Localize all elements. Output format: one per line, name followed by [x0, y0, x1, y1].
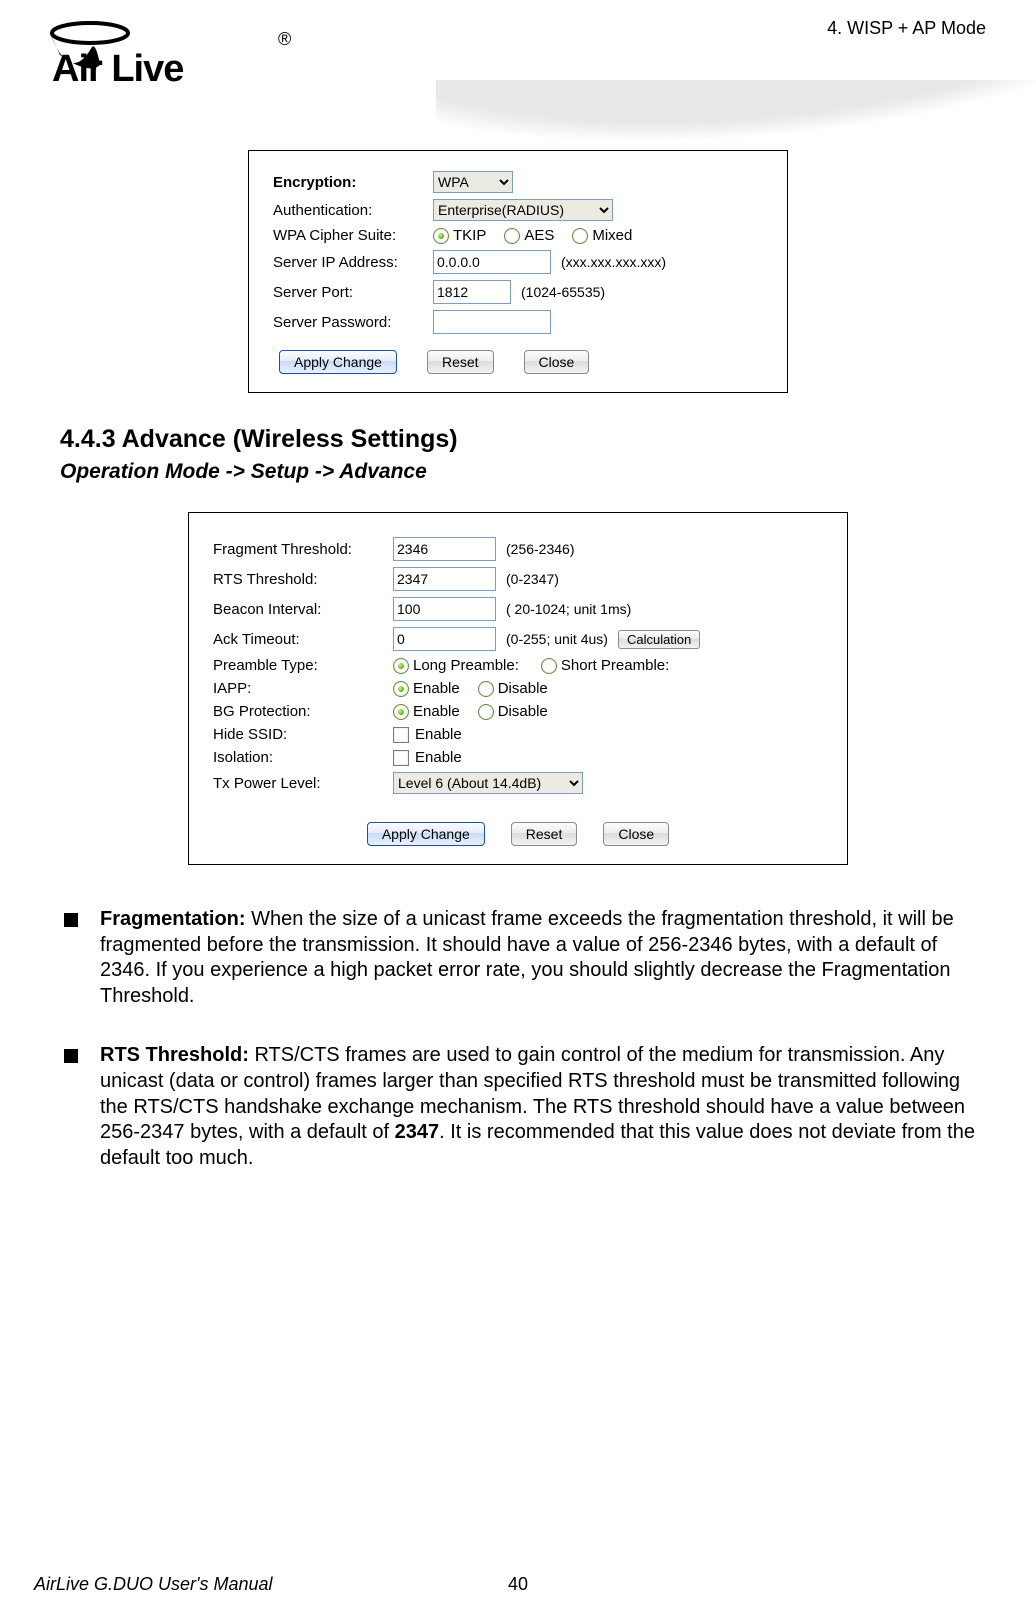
- fragment-threshold-label: Fragment Threshold:: [213, 541, 393, 558]
- cipher-aes-label: AES: [524, 227, 554, 244]
- header-swoosh: [436, 80, 1036, 140]
- bg-enable-label: Enable: [413, 703, 460, 720]
- short-preamble-label: Short Preamble:: [561, 657, 669, 674]
- breadcrumb: Operation Mode -> Setup -> Advance: [60, 460, 976, 484]
- bullet-icon: [64, 1049, 78, 1063]
- isolation-enable-label: Enable: [415, 749, 462, 766]
- preamble-type-label: Preamble Type:: [213, 657, 393, 674]
- section-title: 4.4.3 Advance (Wireless Settings): [60, 425, 976, 454]
- bg-disable-radio[interactable]: [478, 704, 494, 720]
- bullet-icon: [64, 913, 78, 927]
- authentication-label: Authentication:: [273, 202, 433, 219]
- beacon-interval-label: Beacon Interval:: [213, 601, 393, 618]
- authentication-select[interactable]: Enterprise(RADIUS): [433, 199, 613, 221]
- iapp-enable-label: Enable: [413, 680, 460, 697]
- fragment-threshold-input[interactable]: [393, 537, 496, 561]
- beacon-interval-input[interactable]: [393, 597, 496, 621]
- tx-power-label: Tx Power Level:: [213, 775, 393, 792]
- apply-change-button[interactable]: Apply Change: [279, 350, 397, 374]
- bg-enable-radio[interactable]: [393, 704, 409, 720]
- header-mode: 4. WISP + AP Mode: [827, 18, 986, 39]
- encryption-panel: Encryption: WPA Authentication: Enterpri…: [248, 150, 788, 393]
- cipher-tkip-label: TKIP: [453, 227, 486, 244]
- server-ip-hint: (xxx.xxx.xxx.xxx): [561, 254, 666, 270]
- apply-change-button-2[interactable]: Apply Change: [367, 822, 485, 846]
- hide-ssid-label: Hide SSID:: [213, 726, 393, 743]
- long-preamble-radio[interactable]: [393, 658, 409, 674]
- long-preamble-label: Long Preamble:: [413, 657, 519, 674]
- advance-panel: Fragment Threshold: (256-2346) RTS Thres…: [188, 512, 848, 865]
- encryption-label: Encryption:: [273, 174, 356, 191]
- hide-ssid-enable-label: Enable: [415, 726, 462, 743]
- ack-timeout-input[interactable]: [393, 627, 496, 651]
- fragmentation-paragraph: Fragmentation: When the size of a unicas…: [100, 907, 976, 1009]
- cipher-mixed-radio[interactable]: [572, 228, 588, 244]
- ack-timeout-hint: (0-255; unit 4us): [506, 631, 608, 647]
- short-preamble-radio[interactable]: [541, 658, 557, 674]
- iapp-disable-radio[interactable]: [478, 681, 494, 697]
- server-port-input[interactable]: [433, 280, 511, 304]
- calculation-button[interactable]: Calculation: [618, 630, 700, 649]
- server-password-input[interactable]: [433, 310, 551, 334]
- footer-page-number: 40: [508, 1574, 528, 1595]
- airlive-logo: Air Live ®: [40, 15, 300, 100]
- isolation-checkbox[interactable]: [393, 750, 409, 766]
- rts-threshold-input[interactable]: [393, 567, 496, 591]
- rts-threshold-hint: (0-2347): [506, 571, 559, 587]
- cipher-label: WPA Cipher Suite:: [273, 227, 433, 244]
- reset-button-2[interactable]: Reset: [511, 822, 578, 846]
- beacon-interval-hint: ( 20-1024; unit 1ms): [506, 601, 631, 617]
- server-password-label: Server Password:: [273, 314, 433, 331]
- bg-disable-label: Disable: [498, 703, 548, 720]
- close-button-2[interactable]: Close: [603, 822, 669, 846]
- encryption-select[interactable]: WPA: [433, 171, 513, 193]
- rts-threshold-label: RTS Threshold:: [213, 571, 393, 588]
- iapp-label: IAPP:: [213, 680, 393, 697]
- rts-threshold-paragraph: RTS Threshold: RTS/CTS frames are used t…: [100, 1043, 976, 1171]
- svg-text:Air Live: Air Live: [52, 48, 183, 90]
- cipher-mixed-label: Mixed: [592, 227, 632, 244]
- svg-text:®: ®: [278, 29, 291, 49]
- close-button[interactable]: Close: [524, 350, 590, 374]
- cipher-tkip-radio[interactable]: [433, 228, 449, 244]
- server-port-hint: (1024-65535): [521, 284, 605, 300]
- footer-manual-title: AirLive G.DUO User's Manual: [0, 1574, 508, 1595]
- cipher-aes-radio[interactable]: [504, 228, 520, 244]
- iapp-enable-radio[interactable]: [393, 681, 409, 697]
- server-ip-input[interactable]: [433, 250, 551, 274]
- tx-power-select[interactable]: Level 6 (About 14.4dB): [393, 772, 583, 794]
- iapp-disable-label: Disable: [498, 680, 548, 697]
- hide-ssid-checkbox[interactable]: [393, 727, 409, 743]
- reset-button[interactable]: Reset: [427, 350, 494, 374]
- bg-protection-label: BG Protection:: [213, 703, 393, 720]
- server-port-label: Server Port:: [273, 284, 433, 301]
- fragment-threshold-hint: (256-2346): [506, 541, 575, 557]
- isolation-label: Isolation:: [213, 749, 393, 766]
- ack-timeout-label: Ack Timeout:: [213, 631, 393, 648]
- server-ip-label: Server IP Address:: [273, 254, 433, 271]
